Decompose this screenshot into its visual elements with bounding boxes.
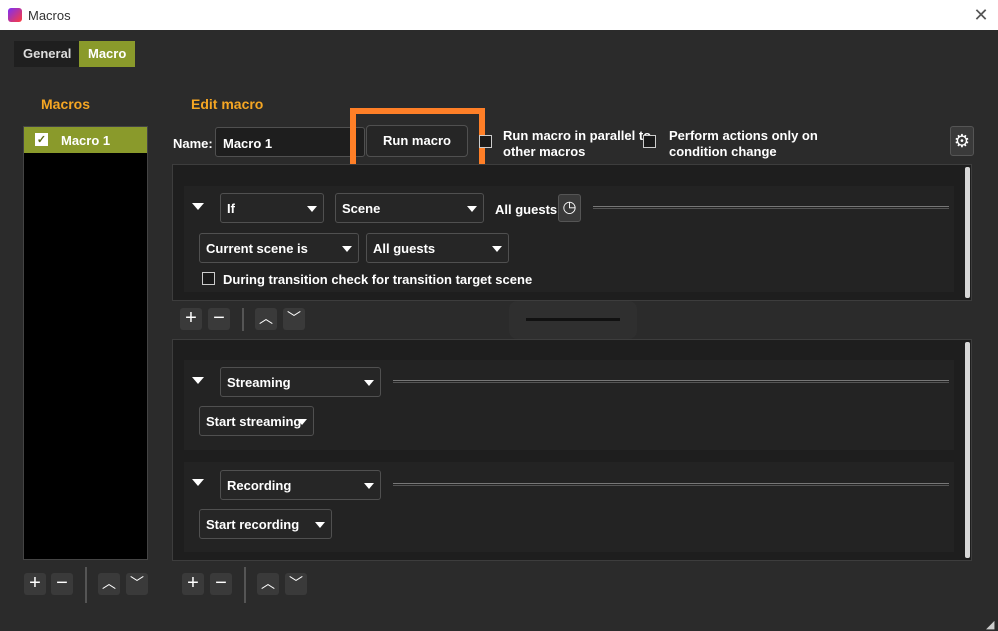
clock-icon[interactable]: ◷ [558,194,581,222]
app-logo-icon [8,8,22,22]
run-parallel-label: Run macro in parallel to other macros [503,128,652,159]
change-only-checkbox[interactable] [643,135,656,148]
condition-summary: All guests [495,202,558,217]
actions-scrollbar[interactable] [965,342,970,558]
move-down-button[interactable]: ﹀ [126,573,148,595]
macros-section-title: Macros [41,96,91,112]
splitter-handle[interactable] [509,301,637,339]
edit-macro-title: Edit macro [191,96,264,112]
remove-action-button[interactable]: − [210,573,232,595]
resize-grip-icon[interactable]: ◢ [986,618,994,631]
run-parallel-checkbox[interactable] [479,135,492,148]
remove-condition-button[interactable]: − [208,308,230,330]
tab-macro[interactable]: Macro [79,41,136,67]
macro-item-label: Macro 1 [61,133,111,148]
condition-type-select[interactable]: Scene [335,193,484,223]
transition-check-label: During transition check for transition t… [223,272,533,287]
conditions-scrollbar[interactable] [965,167,970,298]
action-down-button[interactable]: ﹀ [285,573,307,595]
macro-enabled-checkbox[interactable]: ✓ [35,133,48,146]
add-macro-button[interactable]: + [24,573,46,595]
collapse-triangle-icon[interactable] [192,377,204,384]
list-item[interactable]: ✓ Macro 1 [24,127,147,153]
add-condition-button[interactable]: + [180,308,202,330]
divider [244,567,246,603]
transition-check-checkbox[interactable] [202,272,215,285]
action-type-select[interactable]: Recording [220,470,381,500]
name-input[interactable]: Macro 1 [215,127,365,157]
divider [593,206,949,209]
tab-general[interactable]: General [14,41,81,67]
settings-gear-icon[interactable]: ⚙ [950,126,974,156]
condition-down-button[interactable]: ﹀ [283,308,305,330]
collapse-triangle-icon[interactable] [192,203,204,210]
divider [393,483,949,486]
collapse-triangle-icon[interactable] [192,479,204,486]
close-icon[interactable]: ✕ [970,4,992,26]
divider [242,308,244,331]
run-macro-button[interactable]: Run macro [366,125,468,157]
action-up-button[interactable]: ︿ [257,573,279,595]
divider [85,567,87,603]
scene-select[interactable]: All guests [366,233,509,263]
remove-macro-button[interactable]: − [51,573,73,595]
move-up-button[interactable]: ︿ [98,573,120,595]
macro-list[interactable] [23,126,148,560]
recording-action-select[interactable]: Start recording [199,509,332,539]
divider [393,380,949,383]
change-only-label: Perform actions only on condition change [669,128,818,159]
name-label: Name: [173,136,213,151]
window-title: Macros [28,8,71,23]
title-bar [0,0,998,30]
scene-condition-select[interactable]: Current scene is [199,233,359,263]
condition-up-button[interactable]: ︿ [255,308,277,330]
add-action-button[interactable]: + [182,573,204,595]
streaming-action-select[interactable]: Start streaming [199,406,314,436]
action-type-select[interactable]: Streaming [220,367,381,397]
logic-select[interactable]: If [220,193,324,223]
